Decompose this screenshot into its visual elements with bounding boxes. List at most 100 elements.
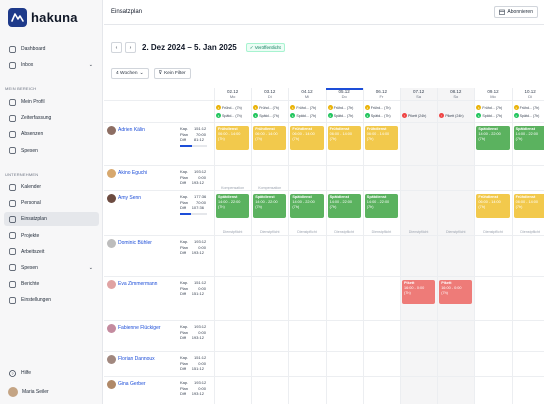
employee-name[interactable]: Fabienne Flückiger xyxy=(118,325,161,331)
shift-hours: (7h) xyxy=(366,137,374,141)
shift-fruh[interactable]: Frühdienst 06:00 - 14:00 (7h) xyxy=(253,126,287,150)
demand-label: Spätd... (7h) xyxy=(222,113,242,118)
demand-chip[interactable]: 1 Frühd... (7h) xyxy=(216,105,242,110)
shift-spat[interactable]: Spätdienst 14:00 - 22:00 (7h) xyxy=(364,194,398,218)
sidebar-item-dashboard[interactable]: Dashboard xyxy=(0,42,103,56)
sidebar-item-spesen[interactable]: Spesen xyxy=(0,144,103,158)
shift-spat[interactable]: Spätdienst 14:00 - 22:00 (7h) xyxy=(513,126,544,150)
demand-chip[interactable]: 1 Spätd... (7h) xyxy=(290,113,316,118)
row-divider xyxy=(104,235,544,236)
stat-label: Plan xyxy=(180,199,189,205)
employee-name[interactable]: Akino Eguchi xyxy=(118,170,147,176)
demand-chip[interactable]: 1 Frühd... (7h) xyxy=(253,105,279,110)
help-label: Hilfe xyxy=(21,370,32,376)
day-header[interactable]: 02.12 Mo xyxy=(214,88,251,99)
stat-label: Plan xyxy=(180,360,189,366)
employee-name[interactable]: Florian Dannoux xyxy=(118,356,155,362)
subscribe-button[interactable]: Abonnieren xyxy=(494,6,538,18)
logo[interactable]: hakuna xyxy=(8,8,78,27)
sidebar-item-einsatzplan[interactable]: Einsatzplan xyxy=(4,212,99,227)
demand-chip[interactable]: ! Pikett (24h) xyxy=(439,113,464,118)
demand-chip[interactable]: 1 Spätd... (7h) xyxy=(476,113,502,118)
prev-button[interactable]: ‹ xyxy=(111,42,122,53)
filter-button[interactable]: ⊽ Kein Filter xyxy=(153,68,191,79)
shift-fruh[interactable]: Frühdienst 06:00 - 14:00 (7h) xyxy=(513,194,544,218)
employee-name[interactable]: Dominic Bühler xyxy=(118,240,152,246)
demand-chip[interactable]: 1 Frühd... (7h) xyxy=(476,105,502,110)
demand-label: Pikett (24h) xyxy=(408,113,427,118)
shift-title: Pikett xyxy=(441,281,452,285)
shift-fruh[interactable]: Frühdienst 06:00 - 14:00 (7h) xyxy=(364,126,398,150)
shift-spat[interactable]: Spätdienst 14:00 - 22:00 (7h) xyxy=(216,194,250,218)
demand-chip[interactable]: 1 Spätd... (7h) xyxy=(327,113,353,118)
employee-stats: Kap. 151:12 Plan 0:00 Diff 151:12 xyxy=(180,280,206,297)
sidebar-item-zeiterfassung[interactable]: Zeiterfassung xyxy=(0,111,103,125)
shift-spat[interactable]: Spätdienst 14:00 - 22:00 (7h) xyxy=(476,126,510,150)
demand-label: Spätd... (7h) xyxy=(296,113,317,118)
day-header[interactable]: 06.12 Fr xyxy=(363,88,400,99)
stat-value: 193:12 xyxy=(191,250,204,255)
user-count-icon: 1 xyxy=(364,113,370,118)
demand-chip[interactable]: ! Pikett (24h) xyxy=(402,113,426,118)
stat-diff: Diff 193:12 xyxy=(180,180,206,186)
day-header[interactable]: 09.12 Mo xyxy=(474,88,511,99)
demand-chip[interactable]: 1 Spätd... (7h) xyxy=(364,113,391,118)
sidebar-item-absenzen[interactable]: Absenzen xyxy=(0,127,103,141)
day-header[interactable]: 10.12 Di xyxy=(512,88,544,99)
shift-fruh[interactable]: Frühdienst 06:00 - 14:00 (7h) xyxy=(290,126,324,150)
employee-name[interactable]: Eva Zimmermann xyxy=(118,281,157,287)
shift-fruh[interactable]: Frühdienst 06:00 - 14:00 (7h) xyxy=(327,126,361,150)
next-button[interactable]: › xyxy=(125,42,136,53)
employee-stats: Kap. 193:12 Plan 0:00 Diff 193:12 xyxy=(180,380,206,397)
demand-chip[interactable]: 1 Frühd... (7h) xyxy=(513,105,539,110)
employee-avatar xyxy=(107,239,116,248)
day-header[interactable]: 04.12 Mi xyxy=(288,88,325,99)
shift-spat[interactable]: Spätdienst 14:00 - 22:00 (7h) xyxy=(253,194,287,218)
column-divider xyxy=(511,88,513,404)
sidebar-item-label: Zeiterfassung xyxy=(21,115,52,122)
shift-pik[interactable]: Pikett 16:00 - 0:00 (7h) xyxy=(402,280,436,304)
column-divider xyxy=(214,88,215,404)
shift-hours: (7h) xyxy=(441,291,448,295)
demand-chip[interactable]: 1 Spätd... (7h) xyxy=(513,113,539,118)
sidebar-item-kalender[interactable]: Kalender xyxy=(0,180,103,194)
shift-spat[interactable]: Spätdienst 14:00 - 22:00 (7h) xyxy=(327,194,361,218)
demand-chip[interactable]: 1 Frühd... (7h) xyxy=(290,105,316,110)
user-menu[interactable]: Maria Seiler xyxy=(0,385,103,399)
column-divider xyxy=(288,88,290,404)
employee-name[interactable]: Gina Gerber xyxy=(118,381,146,387)
sidebar-item-arbeitszeit[interactable]: Arbeitszeit xyxy=(0,245,103,259)
shift-pik[interactable]: Pikett 16:00 - 0:00 (7h) xyxy=(439,280,473,304)
sidebar-item-mein profil[interactable]: Mein Profil xyxy=(0,95,103,109)
column-divider xyxy=(362,88,364,404)
sidebar-item-spesen[interactable]: Spesen ⌄ xyxy=(0,261,103,275)
demand-chip[interactable]: 1 Frühd... (7h) xyxy=(327,105,353,110)
dienstpflicht-label: Dienstpflicht xyxy=(259,230,280,234)
capacity-fill xyxy=(180,145,193,147)
day-header[interactable]: 07.12 Sa xyxy=(400,88,437,99)
dienstpflicht-label: Dienstpflicht xyxy=(483,230,503,234)
demand-chip[interactable]: 1 Spätd... (7h) xyxy=(216,113,242,118)
sidebar-item-label: Arbeitszeit xyxy=(21,248,45,255)
shift-spat[interactable]: Spätdienst 14:00 - 22:00 (7h) xyxy=(290,194,324,218)
shift-hours: (7h) xyxy=(255,205,262,209)
help-link[interactable]: ? Hilfe xyxy=(0,366,103,380)
sidebar-item-einstellungen[interactable]: Einstellungen xyxy=(0,293,103,307)
demand-chip[interactable]: 1 Spätd... (7h) xyxy=(253,113,279,118)
demand-chip[interactable]: 1 Frühd... (7h) xyxy=(364,105,391,110)
sidebar-item-berichte[interactable]: Berichte xyxy=(0,277,103,291)
sidebar-item-inbox[interactable]: Inbox ⌄ xyxy=(0,58,103,72)
day-header[interactable]: 03.12 Di xyxy=(251,88,288,99)
sidebar-item-projekte[interactable]: Projekte xyxy=(0,229,103,243)
employee-name[interactable]: Adrien Kälin xyxy=(118,127,145,133)
dienstpflicht-label: Dienstpflicht xyxy=(222,230,243,234)
day-header[interactable]: 08.12 So xyxy=(437,88,474,99)
sidebar-item-personal[interactable]: Personal xyxy=(0,196,103,210)
employee-name[interactable]: Amy Senn xyxy=(118,195,141,201)
shift-fruh[interactable]: Frühdienst 06:00 - 14:00 (7h) xyxy=(216,126,250,150)
weeks-select[interactable]: 4 Wochen ⌄ xyxy=(111,68,149,79)
demand-label: Frühd... (7h) xyxy=(370,105,391,110)
shift-fruh[interactable]: Frühdienst 06:00 - 14:00 (7h) xyxy=(476,194,510,218)
employee-avatar xyxy=(107,280,116,289)
folder-icon xyxy=(8,232,16,240)
